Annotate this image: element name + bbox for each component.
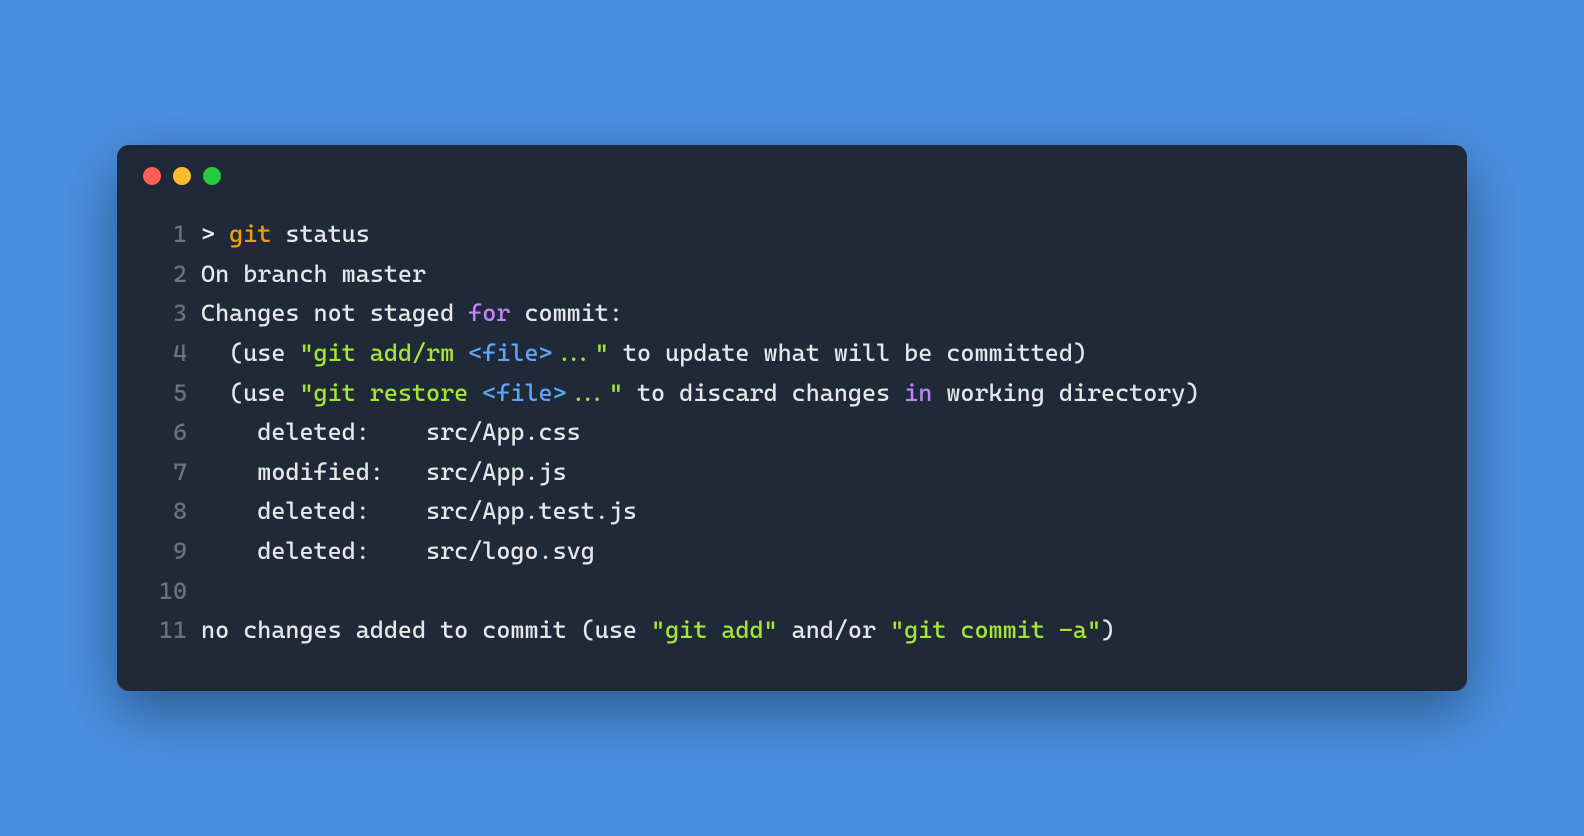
- line-number: 5: [137, 374, 187, 414]
- window-titlebar: [117, 145, 1467, 215]
- line-text: modified: src/App.js: [201, 453, 1447, 493]
- code-line: 11 no changes added to commit (use "git a…: [137, 611, 1447, 651]
- line-text: Changes not staged for commit:: [201, 294, 1447, 334]
- line-text: [201, 572, 1447, 612]
- maximize-icon[interactable]: [203, 167, 221, 185]
- line-text: no changes added to commit (use "git add…: [201, 611, 1447, 651]
- line-number: 1: [137, 215, 187, 255]
- line-number: 7: [137, 453, 187, 493]
- line-text: (use "git add/rm <file>..." to update wh…: [201, 334, 1447, 374]
- code-line: 3 Changes not staged for commit:: [137, 294, 1447, 334]
- line-number: 2: [137, 255, 187, 295]
- code-line: 2 On branch master: [137, 255, 1447, 295]
- code-line: 8 deleted: src/App.test.js: [137, 492, 1447, 532]
- line-number: 3: [137, 294, 187, 334]
- code-line: 4 (use "git add/rm <file>..." to update …: [137, 334, 1447, 374]
- code-line: 5 (use "git restore <file>..." to discar…: [137, 374, 1447, 414]
- code-line: 1 > git status: [137, 215, 1447, 255]
- line-number: 9: [137, 532, 187, 572]
- line-number: 6: [137, 413, 187, 453]
- code-line: 10: [137, 572, 1447, 612]
- line-text: deleted: src/App.test.js: [201, 492, 1447, 532]
- line-text: On branch master: [201, 255, 1447, 295]
- minimize-icon[interactable]: [173, 167, 191, 185]
- line-text: deleted: src/App.css: [201, 413, 1447, 453]
- terminal-output: 1 > git status 2 On branch master 3 Changes n…: [117, 215, 1467, 651]
- code-line: 9 deleted: src/logo.svg: [137, 532, 1447, 572]
- line-text: deleted: src/logo.svg: [201, 532, 1447, 572]
- line-text: > git status: [201, 215, 1447, 255]
- code-line: 7 modified: src/App.js: [137, 453, 1447, 493]
- line-number: 11: [137, 611, 187, 651]
- terminal-window: 1 > git status 2 On branch master 3 Changes n…: [117, 145, 1467, 691]
- code-line: 6 deleted: src/App.css: [137, 413, 1447, 453]
- close-icon[interactable]: [143, 167, 161, 185]
- line-number: 8: [137, 492, 187, 532]
- line-number: 10: [137, 572, 187, 612]
- line-number: 4: [137, 334, 187, 374]
- line-text: (use "git restore <file>..." to discard …: [201, 374, 1447, 414]
